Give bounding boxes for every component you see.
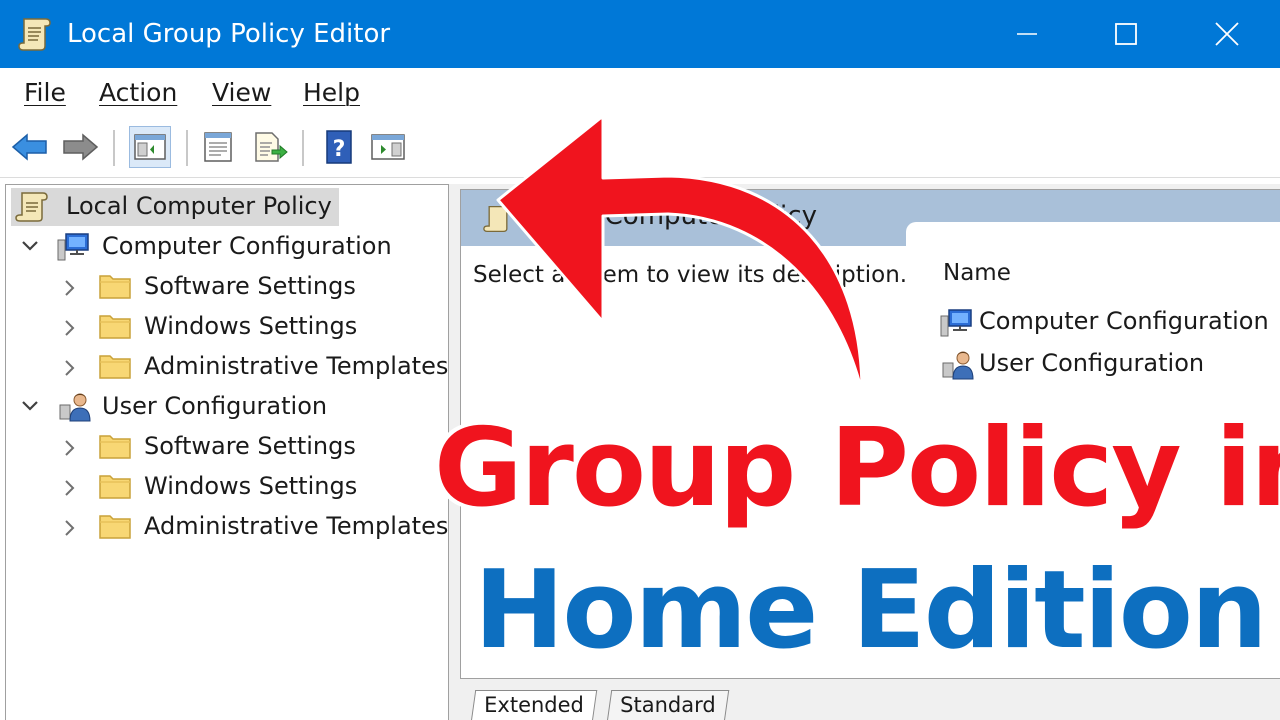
tree-item-software-settings[interactable]: Software Settings <box>62 268 442 306</box>
tree-item-label: Software Settings <box>144 272 356 300</box>
computer-icon <box>939 307 975 343</box>
folder-icon <box>98 431 132 465</box>
toolbar: ? <box>0 120 1280 178</box>
chevron-down-icon[interactable] <box>20 398 40 418</box>
help-button[interactable]: ? <box>318 126 360 168</box>
policy-scroll-icon <box>483 204 513 238</box>
details-header-title: Local Computer Policy <box>529 201 817 231</box>
action-pane-icon <box>371 134 405 160</box>
export-list-icon <box>255 132 288 162</box>
tree-item-label: Windows Settings <box>144 312 358 340</box>
column-header-name[interactable]: Name <box>943 260 1011 286</box>
tree-item-windows-settings[interactable]: Windows Settings <box>62 468 442 506</box>
headline-line-1: Group Policy in <box>434 406 1280 531</box>
tree-item-label: Computer Configuration <box>102 232 392 260</box>
properties-icon <box>204 132 232 162</box>
chevron-right-icon[interactable] <box>62 518 78 542</box>
menu-file[interactable]: File <box>24 78 66 107</box>
item-description: Select an item to view its description. <box>473 262 908 288</box>
menu-action[interactable]: Action <box>99 78 177 107</box>
computer-icon <box>56 231 92 267</box>
tree-item-windows-settings[interactable]: Windows Settings <box>62 308 442 346</box>
headline-line-2: Home Edition <box>474 548 1268 673</box>
tab-extended[interactable]: Extended <box>470 690 597 720</box>
back-arrow-icon <box>11 133 47 161</box>
chevron-down-icon[interactable] <box>20 238 40 258</box>
menu-view[interactable]: View <box>212 78 271 107</box>
details-tab-edge <box>906 222 1280 252</box>
toolbar-separator <box>302 130 304 166</box>
tree-item-label: Administrative Templates <box>144 512 449 540</box>
chevron-right-icon[interactable] <box>62 318 78 342</box>
tree-root-label: Local Computer Policy <box>66 192 332 220</box>
tab-standard[interactable]: Standard <box>606 690 729 720</box>
chevron-right-icon[interactable] <box>62 358 78 382</box>
tab-label: Extended <box>484 693 584 717</box>
window-title: Local Group Policy Editor <box>67 19 391 49</box>
folder-icon <box>98 311 132 345</box>
tree-item-administrative-templates[interactable]: Administrative Templates <box>62 508 448 546</box>
forward-button[interactable] <box>59 126 101 168</box>
menu-help[interactable]: Help <box>303 78 360 107</box>
title-bar: Local Group Policy Editor <box>0 0 1280 68</box>
tree-root-local-computer-policy[interactable]: Local Computer Policy <box>11 188 339 226</box>
console-tree: Local Computer Policy Computer Configura… <box>5 184 449 720</box>
chevron-right-icon[interactable] <box>62 438 78 462</box>
tree-item-software-settings[interactable]: Software Settings <box>62 428 442 466</box>
tab-label: Standard <box>620 693 716 717</box>
maximize-button[interactable] <box>1076 0 1176 68</box>
properties-button[interactable] <box>197 126 239 168</box>
chevron-right-icon[interactable] <box>62 278 78 302</box>
close-button[interactable] <box>1177 0 1277 68</box>
toolbar-separator <box>113 130 115 166</box>
list-item-label: Computer Configuration <box>979 307 1269 335</box>
user-icon <box>56 391 92 427</box>
view-tabs: Extended Standard <box>457 684 1280 720</box>
tree-item-computer-configuration[interactable]: Computer Configuration <box>20 228 440 266</box>
tree-item-administrative-templates[interactable]: Administrative Templates <box>62 348 448 386</box>
tree-item-label: Software Settings <box>144 432 356 460</box>
list-item-label: User Configuration <box>979 349 1205 377</box>
export-list-button[interactable] <box>249 126 291 168</box>
help-icon: ? <box>326 130 352 164</box>
tree-item-user-configuration[interactable]: User Configuration <box>20 388 440 426</box>
minimize-icon <box>1017 33 1037 35</box>
tree-item-label: Administrative Templates <box>144 352 449 380</box>
forward-arrow-icon <box>63 133 99 161</box>
folder-icon <box>98 471 132 505</box>
folder-icon <box>98 351 132 385</box>
close-icon <box>1215 22 1239 46</box>
show-hide-console-tree-button[interactable] <box>129 126 171 168</box>
policy-scroll-icon <box>18 16 52 52</box>
chevron-right-icon[interactable] <box>62 478 78 502</box>
show-action-pane-button[interactable] <box>367 126 409 168</box>
svg-text:?: ? <box>333 137 346 162</box>
console-tree-icon <box>134 134 166 160</box>
maximize-icon <box>1115 23 1137 45</box>
user-icon <box>939 349 975 385</box>
tree-item-label: User Configuration <box>102 392 328 420</box>
folder-icon <box>98 511 132 545</box>
back-button[interactable] <box>9 126 51 168</box>
policy-scroll-icon <box>15 191 49 227</box>
tree-item-label: Windows Settings <box>144 472 358 500</box>
toolbar-separator <box>186 130 188 166</box>
menu-bar: File Action View Help <box>0 68 1280 120</box>
folder-icon <box>98 271 132 305</box>
minimize-button[interactable] <box>977 0 1077 68</box>
